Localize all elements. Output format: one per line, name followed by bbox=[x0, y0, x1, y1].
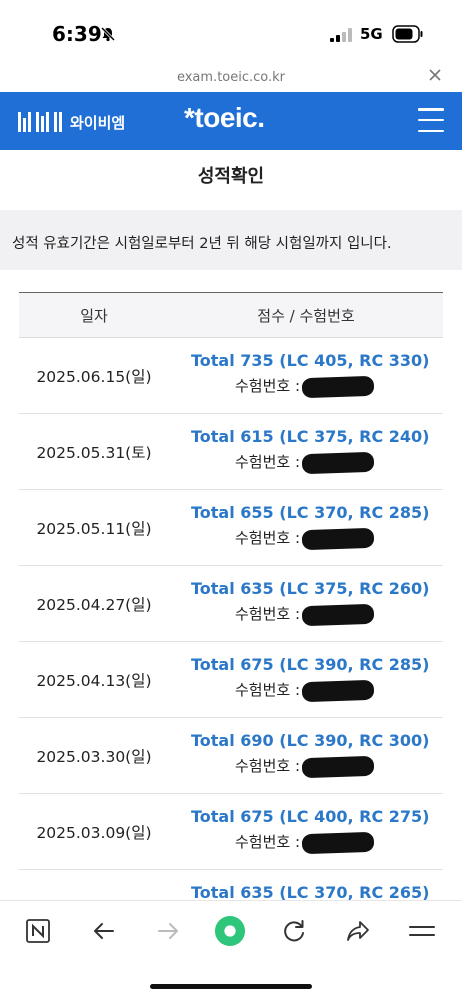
row-date: 2025.03.30(일) bbox=[36, 747, 152, 766]
brand-name: 와이비엠 bbox=[70, 113, 126, 132]
table-header: 일자 점수 / 수험번호 bbox=[19, 292, 443, 338]
share-icon[interactable] bbox=[342, 915, 374, 947]
score-link[interactable]: Total 735 (LC 405, RC 330) bbox=[191, 351, 443, 370]
table-row: 2025.06.15(일) Total 735 (LC 405, RC 330) 수… bbox=[19, 338, 443, 414]
row-score-cell: Total 675 (LC 390, RC 285) 수험번호 : bbox=[169, 642, 443, 717]
row-score-cell: Total 690 (LC 390, RC 300) 수험번호 : bbox=[169, 718, 443, 793]
table-row: 2025.05.11(일) Total 655 (LC 370, RC 285) 수… bbox=[19, 490, 443, 566]
forward-icon[interactable] bbox=[152, 915, 184, 947]
exam-number-line: 수험번호 : bbox=[191, 679, 443, 702]
url-bar[interactable]: exam.toeic.co.kr bbox=[0, 62, 462, 92]
exam-number-line: 수험번호 : bbox=[191, 755, 443, 778]
exam-number-label: 수험번호 : bbox=[235, 681, 301, 699]
close-icon[interactable] bbox=[428, 68, 442, 82]
row-date: 2025.05.11(일) bbox=[36, 519, 152, 538]
status-time: 6:39 bbox=[52, 22, 102, 46]
score-link[interactable]: Total 635 (LC 375, RC 260) bbox=[191, 579, 443, 598]
row-score-cell: Total 735 (LC 405, RC 330) 수험번호 : bbox=[169, 338, 443, 413]
score-link[interactable]: Total 690 (LC 390, RC 300) bbox=[191, 731, 443, 750]
validity-notice: 성적 유효기간은 시험일로부터 2년 뒤 해당 시험일까지 입니다. bbox=[0, 210, 462, 270]
exam-number-line: 수험번호 : bbox=[191, 527, 443, 550]
redacted-exam-number bbox=[301, 603, 375, 626]
table-row: 2025.03.09(일) Total 675 (LC 400, RC 275) 수… bbox=[19, 794, 443, 870]
network-label: 5G bbox=[360, 25, 383, 43]
menu-icon[interactable] bbox=[406, 915, 438, 947]
page-title: 성적확인 bbox=[197, 166, 265, 187]
status-bar: 6:39 5G bbox=[0, 0, 462, 62]
browser-bottom-nav bbox=[0, 900, 462, 964]
score-table: 일자 점수 / 수험번호 2025.06.15(일) Total 735 (LC … bbox=[19, 292, 443, 946]
exam-number-line: 수험번호 : bbox=[191, 375, 443, 398]
row-date: 2025.03.09(일) bbox=[36, 823, 152, 842]
back-icon[interactable] bbox=[88, 915, 120, 947]
score-link[interactable]: Total 655 (LC 370, RC 285) bbox=[191, 503, 443, 522]
redacted-exam-number bbox=[301, 451, 375, 474]
ybm-logo[interactable]: 와이비엠 bbox=[18, 111, 125, 133]
table-body: 2025.06.15(일) Total 735 (LC 405, RC 330) 수… bbox=[19, 338, 443, 946]
row-score-cell: Total 635 (LC 375, RC 260) 수험번호 : bbox=[169, 566, 443, 641]
exam-number-label: 수험번호 : bbox=[235, 833, 301, 851]
row-score-cell: Total 615 (LC 375, RC 240) 수험번호 : bbox=[169, 414, 443, 489]
row-date: 2025.04.27(일) bbox=[36, 595, 152, 614]
exam-number-label: 수험번호 : bbox=[235, 377, 301, 395]
exam-number-label: 수험번호 : bbox=[235, 605, 301, 623]
bell-muted-icon bbox=[100, 26, 116, 42]
row-score-cell: Total 655 (LC 370, RC 285) 수험번호 : bbox=[169, 490, 443, 565]
score-link[interactable]: Total 675 (LC 400, RC 275) bbox=[191, 807, 443, 826]
row-date: 2025.05.31(토) bbox=[36, 443, 152, 462]
column-date: 일자 bbox=[80, 307, 108, 325]
battery-icon bbox=[392, 25, 423, 43]
row-date: 2025.06.15(일) bbox=[36, 367, 152, 386]
ybm-mark-icon bbox=[18, 112, 62, 132]
redacted-exam-number bbox=[301, 831, 375, 854]
table-row: 2025.04.27(일) Total 635 (LC 375, RC 260) 수… bbox=[19, 566, 443, 642]
redacted-exam-number bbox=[301, 755, 375, 778]
green-dot-icon[interactable] bbox=[214, 915, 246, 947]
redacted-exam-number bbox=[301, 375, 375, 398]
exam-number-line: 수험번호 : bbox=[191, 603, 443, 626]
score-link[interactable]: Total 615 (LC 375, RC 240) bbox=[191, 427, 443, 446]
naver-icon[interactable] bbox=[22, 915, 54, 947]
signal-icon bbox=[330, 28, 352, 42]
exam-number-label: 수험번호 : bbox=[235, 757, 301, 775]
refresh-icon[interactable] bbox=[278, 915, 310, 947]
exam-number-label: 수험번호 : bbox=[235, 453, 301, 471]
exam-number-line: 수험번호 : bbox=[191, 451, 443, 474]
table-row: 2025.03.30(일) Total 690 (LC 390, RC 300) 수… bbox=[19, 718, 443, 794]
table-row: 2025.04.13(일) Total 675 (LC 390, RC 285) 수… bbox=[19, 642, 443, 718]
row-date: 2025.04.13(일) bbox=[36, 671, 152, 690]
exam-number-line: 수험번호 : bbox=[191, 831, 443, 854]
row-score-cell: Total 675 (LC 400, RC 275) 수험번호 : bbox=[169, 794, 443, 869]
score-link[interactable]: Total 675 (LC 390, RC 285) bbox=[191, 655, 443, 674]
exam-number-label: 수험번호 : bbox=[235, 529, 301, 547]
redacted-exam-number bbox=[301, 527, 375, 550]
url-text[interactable]: exam.toeic.co.kr bbox=[0, 70, 462, 85]
site-header: 와이비엠 *toeic. bbox=[0, 92, 462, 150]
column-score: 점수 / 수험번호 bbox=[257, 307, 355, 325]
toeic-logo[interactable]: *toeic. bbox=[184, 102, 265, 134]
hamburger-menu-icon[interactable] bbox=[418, 108, 444, 132]
notice-text: 성적 유효기간은 시험일로부터 2년 뒤 해당 시험일까지 입니다. bbox=[12, 236, 392, 252]
table-row: 2025.05.31(토) Total 615 (LC 375, RC 240) 수… bbox=[19, 414, 443, 490]
redacted-exam-number bbox=[301, 679, 375, 702]
home-indicator bbox=[150, 984, 312, 989]
